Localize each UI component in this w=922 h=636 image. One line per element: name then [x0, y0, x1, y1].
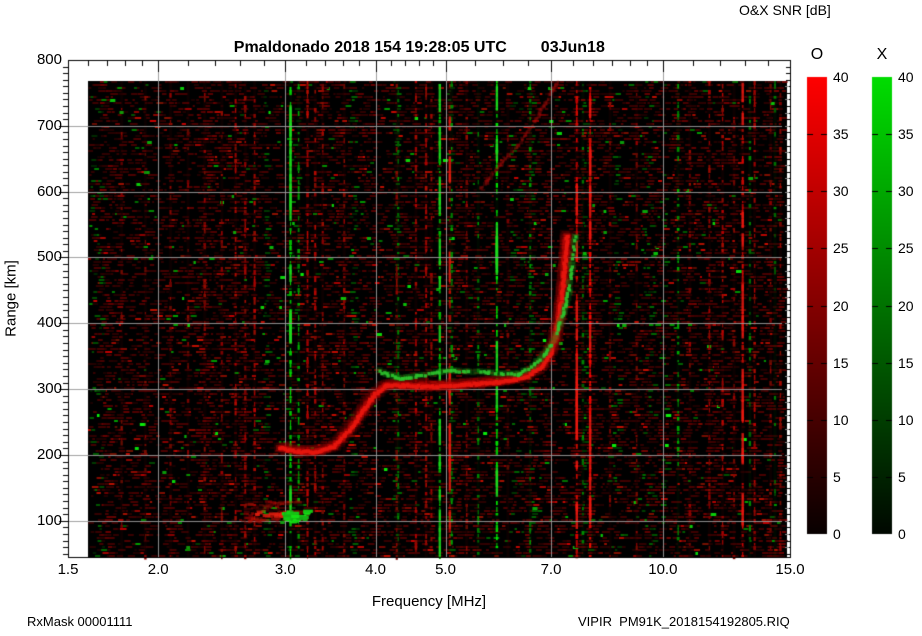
colorbar-o-tick-label: 0	[833, 526, 841, 542]
x-axis-title: Frequency [MHz]	[371, 593, 487, 610]
plot-title-station: Pmaldonado 2018 154 19:28:05 UTC	[233, 39, 507, 56]
y-tick-label: 500	[36, 248, 62, 266]
colorbar-o-tick-label: 30	[833, 183, 849, 200]
y-tick-label: 100	[36, 511, 62, 529]
x-tick-label: 3.0	[274, 561, 296, 578]
y-tick-label: 800	[36, 51, 62, 69]
colorbar-x-tick-label: 25	[898, 240, 914, 257]
ionogram-plot-canvas	[0, 0, 922, 636]
colorbar-x-tick-label: 30	[898, 183, 914, 200]
colorbar-o-tick-label: 40	[833, 69, 849, 85]
colorbar-o-label: O	[810, 46, 824, 63]
colorbar-o-tick-label: 10	[833, 411, 849, 428]
colorbar-x-tick-label: 10	[898, 411, 914, 428]
colorbar-x-label: X	[876, 46, 888, 63]
x-tick-label: 1.5	[57, 561, 79, 578]
file-name-text: VIPIR PM91K_2018154192805.RIQ	[578, 614, 790, 629]
colorbar-o-tick-label: 20	[833, 297, 849, 314]
plot-title: Pmaldonado 2018 154 19:28:05 UTC 03Jun18	[216, 21, 605, 75]
colorbar-x-tick-label: 0	[898, 526, 906, 542]
ionogram-page: Pmaldonado 2018 154 19:28:05 UTC 03Jun18 …	[0, 0, 922, 636]
x-tick-label: 5.0	[435, 561, 456, 578]
colorbar-o-tick-label: 5	[833, 468, 841, 485]
colorbar-x-tick-label: 35	[898, 126, 914, 143]
plot-title-date: 03Jun18	[540, 39, 605, 56]
y-tick-label: 400	[36, 314, 62, 332]
colorbar-x-tick-label: 20	[898, 297, 914, 314]
y-axis-title: Range [km]	[2, 260, 20, 337]
colorbar-o-tick-label: 15	[833, 354, 849, 371]
x-tick-label: 7.0	[540, 561, 562, 578]
colorbar-x-tick-label: 15	[898, 354, 914, 371]
x-tick-label: 2.0	[147, 561, 169, 578]
colorbar-o-tick-label: 25	[833, 240, 849, 257]
rx-mask-text: RxMask 00001111	[27, 614, 133, 629]
x-tick-label: 10.0	[648, 561, 678, 578]
y-tick-label: 700	[36, 116, 62, 134]
colorbar-title: O&X SNR [dB]	[739, 2, 831, 18]
x-tick-label: 4.0	[365, 561, 386, 578]
y-tick-label: 200	[36, 446, 62, 464]
colorbar-x-tick-label: 40	[898, 69, 914, 85]
y-tick-label: 300	[36, 380, 62, 398]
colorbar-x-tick-label: 5	[898, 468, 906, 485]
colorbar-o-tick-label: 35	[833, 126, 849, 143]
y-tick-label: 600	[36, 182, 62, 200]
x-tick-label: 15.0	[775, 561, 805, 578]
